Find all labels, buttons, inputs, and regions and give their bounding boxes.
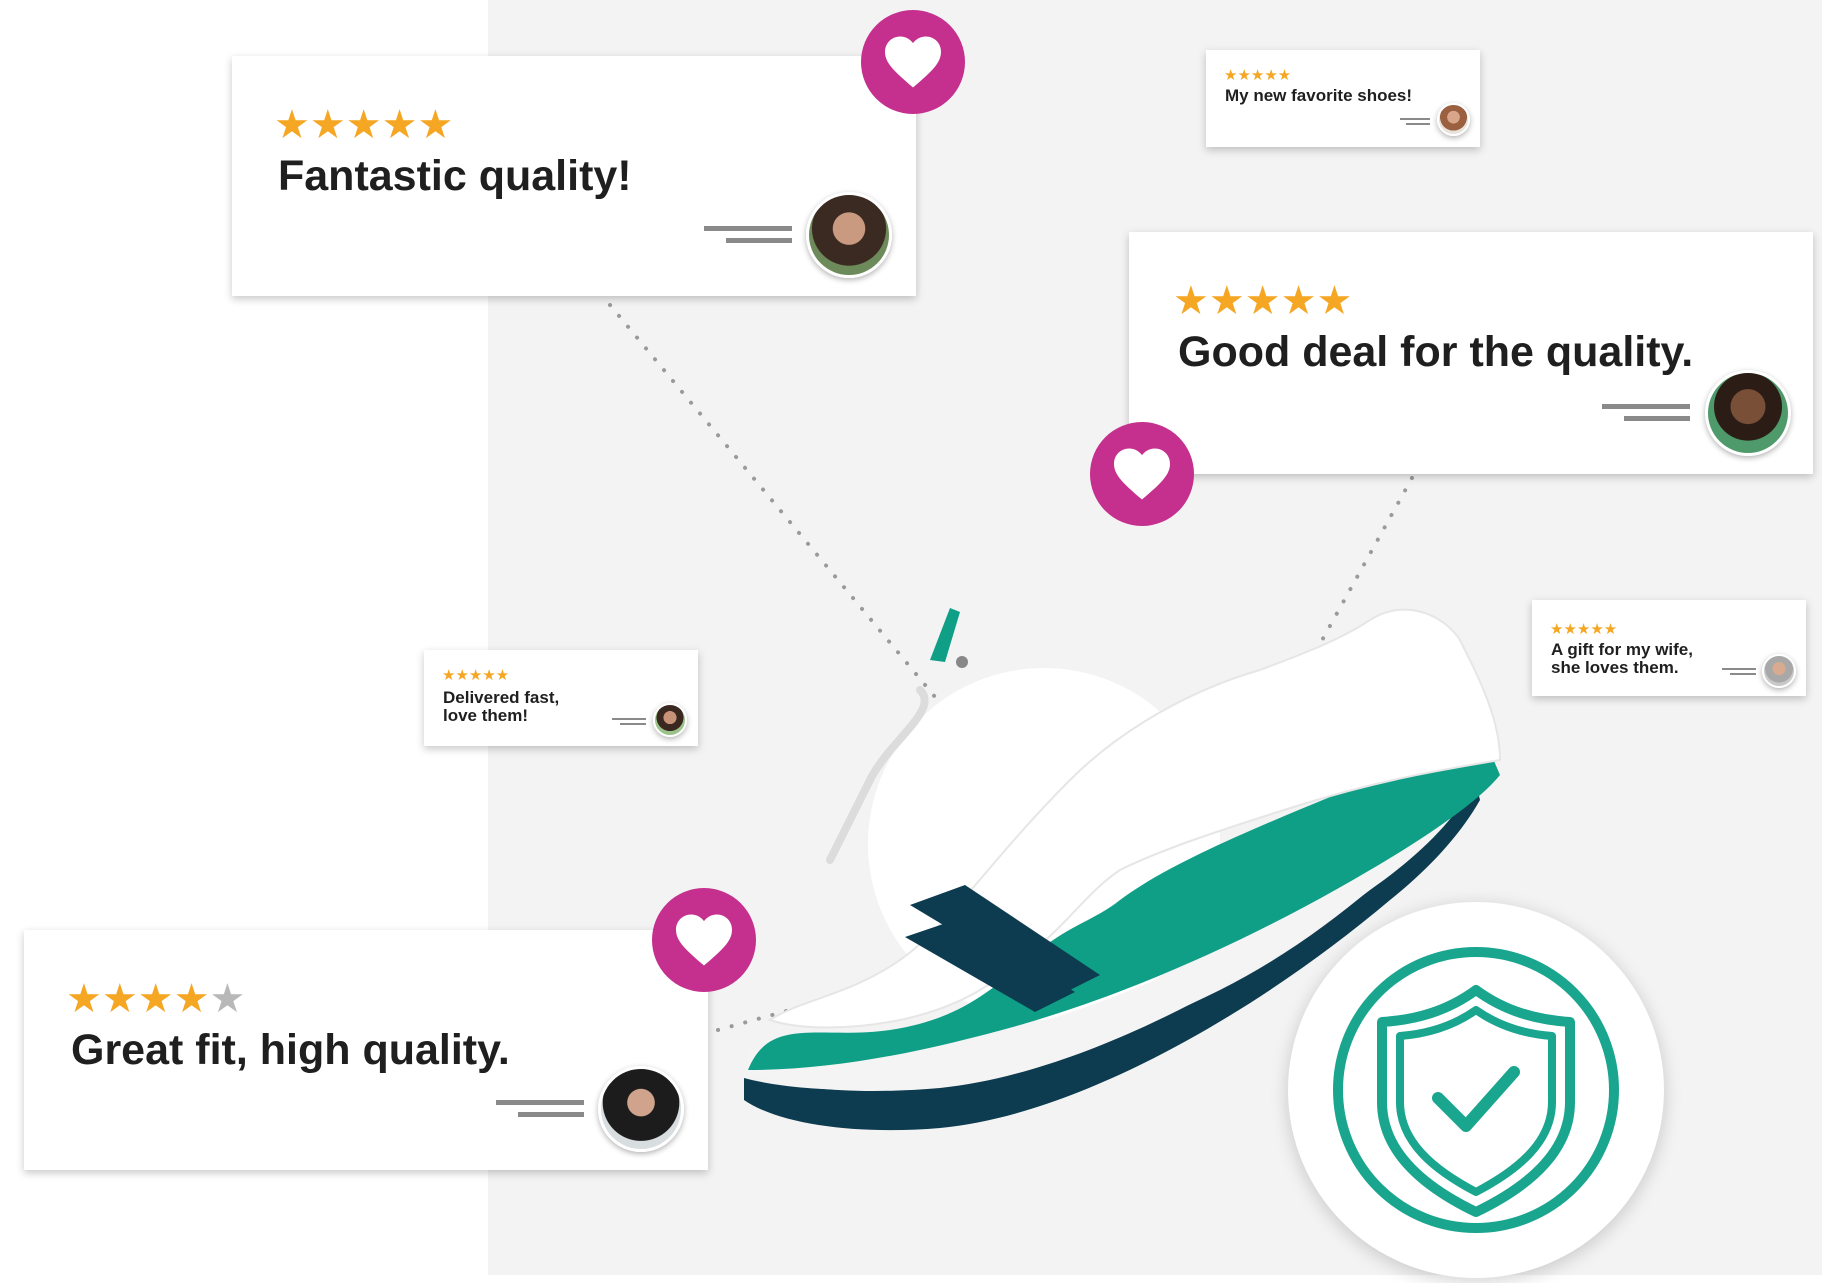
review-card-fantastic: ★★★★★ Fantastic quality! [232, 56, 916, 296]
review-title-line1: Delivered fast, [443, 688, 560, 707]
heart-badge[interactable] [861, 10, 965, 114]
reviewer-name-placeholder [1602, 404, 1690, 421]
reviewer-name-placeholder [704, 226, 792, 243]
review-card-favorite: ★★★★★ My new favorite shoes! [1206, 50, 1480, 147]
reviewer-avatar [806, 192, 892, 278]
heart-badge[interactable] [652, 888, 756, 992]
reviewer-avatar [598, 1066, 684, 1152]
stars-filled: ★★★★ [66, 977, 210, 1021]
reviewer-name-placeholder [612, 718, 646, 725]
review-card-great-fit: ★★★★★ Great fit, high quality. [24, 930, 708, 1170]
review-title: Good deal for the quality. [1178, 328, 1694, 376]
review-title-line2: love them! [443, 706, 529, 725]
stars-empty: ★ [209, 977, 246, 1021]
star-rating: ★★★★★ [1173, 279, 1353, 323]
reviewer-name-placeholder [496, 1100, 584, 1117]
review-title: My new favorite shoes! [1225, 86, 1413, 105]
reviewer-avatar [1705, 370, 1791, 456]
star-rating: ★★★★★ [274, 103, 454, 147]
review-title-line2: she loves them. [1551, 658, 1679, 677]
review-title: Great fit, high quality. [71, 1026, 510, 1074]
review-card-good-deal: ★★★★★ Good deal for the quality. [1129, 232, 1813, 474]
heart-icon [676, 914, 732, 966]
reviewer-avatar [1762, 654, 1796, 688]
reviewer-name-placeholder [1400, 118, 1430, 125]
shield-check-icon [1333, 947, 1619, 1233]
star-rating: ★★★★★ [1224, 67, 1292, 84]
review-title-line1: A gift for my wife, [1551, 640, 1693, 659]
review-card-gift: ★★★★★ A gift for my wife, she loves them… [1532, 600, 1806, 696]
heart-icon [1114, 448, 1170, 500]
reviewer-avatar [653, 703, 687, 737]
heart-badge[interactable] [1090, 422, 1194, 526]
review-title: Fantastic quality! [278, 152, 632, 200]
heart-icon [885, 36, 941, 88]
star-rating: ★★★★★ [66, 976, 245, 1022]
star-rating: ★★★★★ [442, 667, 510, 684]
reviewer-avatar [1437, 103, 1470, 136]
guarantee-badge [1288, 902, 1664, 1278]
review-card-delivered: ★★★★★ Delivered fast, love them! [424, 650, 698, 746]
star-rating: ★★★★★ [1550, 621, 1618, 638]
reviewer-name-placeholder [1722, 668, 1756, 675]
